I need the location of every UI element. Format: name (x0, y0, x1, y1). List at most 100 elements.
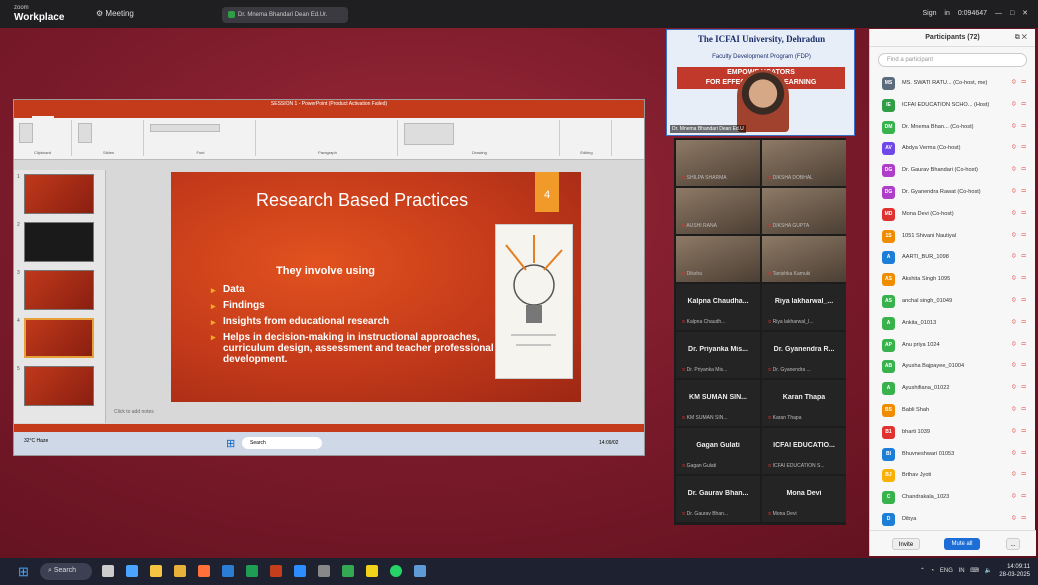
restore-icon[interactable]: □ (1010, 10, 1014, 17)
video-tile[interactable]: ICFAI EDUCATIO...ICFAI EDUCATION S... (762, 428, 846, 474)
muted-mic-icon[interactable]: ⦸ ▭ (1012, 362, 1028, 369)
slide-thumbnail-active[interactable] (24, 318, 94, 358)
muted-mic-icon[interactable]: ⦸ ▭ (1012, 406, 1028, 413)
participant-row[interactable]: A Ankita_01013 ⦸ ▭ (882, 313, 1032, 334)
participant-row[interactable]: BJ Brthav Jyoti ⦸ ▭ (882, 465, 1032, 486)
windows-start-icon[interactable]: ⊞ (226, 437, 235, 450)
video-tile[interactable]: Dr. Gyanendra R...Dr. Gyanendra ... (762, 332, 846, 378)
folder-icon[interactable] (174, 565, 186, 577)
participant-row[interactable]: A AARTI_BUR_1098 ⦸ ▭ (882, 247, 1032, 268)
sticky-notes-icon[interactable] (366, 565, 378, 577)
taskbar-search[interactable]: ⌕ Search (40, 563, 92, 580)
participant-row[interactable]: AP Anu priya 1024 ⦸ ▭ (882, 335, 1032, 356)
video-tile[interactable]: Dr. Priyanka Mis...Dr. Priyanka Mis... (676, 332, 760, 378)
muted-mic-icon[interactable]: ⦸ ▭ (1012, 210, 1028, 217)
weather-widget[interactable]: 32°C Haze (24, 438, 48, 444)
video-tile[interactable]: DIKSHA DOBHAL (762, 140, 846, 186)
muted-mic-icon[interactable]: ⦸ ▭ (1012, 166, 1028, 173)
active-speaker-video[interactable]: The ICFAI University, Dehradun Faculty D… (666, 29, 855, 136)
screen-share-tab[interactable]: Dr. Mnema Bhandari Dean Ed.Ur. (222, 7, 348, 23)
widgets-icon[interactable] (126, 565, 138, 577)
zoom-icon[interactable] (294, 565, 306, 577)
participant-row[interactable]: D Dibya ⦸ ▭ (882, 509, 1032, 530)
meeting-menu[interactable]: ⚙ Meeting (96, 9, 134, 18)
muted-mic-icon[interactable]: ⦸ ▭ (1012, 471, 1028, 478)
video-tile[interactable]: Tanishka Kamuki (762, 236, 846, 282)
video-tile[interactable]: Karan ThapaKaran Thapa (762, 380, 846, 426)
participant-row[interactable]: B1 bharti 1039 ⦸ ▭ (882, 422, 1032, 443)
video-tile[interactable]: SHILPA SHARMA (676, 140, 760, 186)
video-tile[interactable]: Riya lakharwal_...Riya lakharwal_I... (762, 284, 846, 330)
participant-row[interactable]: MD Mona Devi (Co-host) ⦸ ▭ (882, 204, 1032, 225)
participant-row[interactable]: DM Dr. Mnema Bhan... (Co-host) ⦸ ▭ (882, 117, 1032, 138)
taskbar-clock[interactable]: 14:09:11 28-03-2025 (999, 563, 1030, 579)
excel-icon[interactable] (246, 565, 258, 577)
video-tile[interactable]: Gagan GulatiGagan Gulati (676, 428, 760, 474)
participant-row[interactable]: BS Babli Shah ⦸ ▭ (882, 400, 1032, 421)
slide-notes-placeholder[interactable]: Click to add notes (114, 409, 154, 415)
font-select[interactable] (150, 124, 220, 132)
video-tile[interactable]: Mona DeviMona Devi (762, 476, 846, 522)
new-slide-button[interactable] (78, 123, 92, 143)
invite-button[interactable]: Invite (892, 538, 920, 550)
file-explorer-icon[interactable] (150, 565, 162, 577)
participant-row[interactable]: A Ayushifiana_01022 ⦸ ▭ (882, 378, 1032, 399)
participant-row[interactable]: AS anchal singh_01049 ⦸ ▭ (882, 291, 1032, 312)
muted-mic-icon[interactable]: ⦸ ▭ (1012, 275, 1028, 282)
video-tile[interactable]: AUSHI RANA (676, 188, 760, 234)
muted-mic-icon[interactable]: ⦸ ▭ (1012, 79, 1028, 86)
powerpoint-icon[interactable] (270, 565, 282, 577)
app-icon[interactable] (414, 565, 426, 577)
firefox-icon[interactable] (198, 565, 210, 577)
word-icon[interactable] (222, 565, 234, 577)
whatsapp-icon[interactable] (390, 565, 402, 577)
video-tile[interactable]: Dr. Gaurav Bhan...Dr. Gaurav Bhan... (676, 476, 760, 522)
windows-start-icon[interactable]: ⊞ (18, 564, 29, 580)
muted-mic-icon[interactable]: ⦸ ▭ (1012, 319, 1028, 326)
slide-thumbnail[interactable] (24, 174, 94, 214)
presenter-search-box[interactable]: Search (242, 437, 322, 449)
shapes-gallery[interactable] (404, 123, 454, 145)
muted-mic-icon[interactable]: ⦸ ▭ (1012, 101, 1028, 108)
mute-all-button[interactable]: Mute all (944, 538, 980, 550)
participant-row[interactable]: AS Akshita Singh 1095 ⦸ ▭ (882, 269, 1032, 290)
more-button[interactable]: ... (1006, 538, 1020, 550)
muted-mic-icon[interactable]: ⦸ ▭ (1012, 493, 1028, 500)
video-tile[interactable]: DIKSHA GUPTA (762, 188, 846, 234)
muted-mic-icon[interactable]: ⦸ ▭ (1012, 297, 1028, 304)
video-tile[interactable]: Diksha (676, 236, 760, 282)
close-icon[interactable]: ✕ (1022, 10, 1028, 17)
participant-row[interactable]: C Chandrakala_1023 ⦸ ▭ (882, 487, 1032, 508)
muted-mic-icon[interactable]: ⦸ ▭ (1012, 123, 1028, 130)
muted-mic-icon[interactable]: ⦸ ▭ (1012, 253, 1028, 260)
video-tile[interactable]: KM SUMAN SIN...KM SUMAN SIN... (676, 380, 760, 426)
muted-mic-icon[interactable]: ⦸ ▭ (1012, 144, 1028, 151)
muted-mic-icon[interactable]: ⦸ ▭ (1012, 341, 1028, 348)
minimize-icon[interactable]: — (995, 10, 1002, 17)
muted-mic-icon[interactable]: ⦸ ▭ (1012, 232, 1028, 239)
participant-row[interactable]: 1S 1051 Shivani Nautiyal ⦸ ▭ (882, 226, 1032, 247)
participant-search-input[interactable]: Find a participant (878, 53, 1027, 67)
system-tray[interactable]: ⌃ ◔ ENG IN ⌨ 🔈 (920, 567, 992, 574)
muted-mic-icon[interactable]: ⦸ ▭ (1012, 515, 1028, 522)
participant-row[interactable]: AV Abdya Verma (Co-host) ⦸ ▭ (882, 138, 1032, 159)
popout-icon[interactable]: ⧉ ✕ (1015, 29, 1027, 47)
notepad-icon[interactable] (318, 565, 330, 577)
signin-link[interactable]: Sign in (922, 10, 949, 17)
participant-row[interactable]: AB Ayusha Bajpayee_01004 ⦸ ▭ (882, 356, 1032, 377)
participant-row[interactable]: DG Dr. Gyanendra Rawat (Co-host) ⦸ ▭ (882, 182, 1032, 203)
muted-mic-icon[interactable]: ⦸ ▭ (1012, 428, 1028, 435)
task-view-icon[interactable] (102, 565, 114, 577)
participant-row[interactable]: BI Bhuvneshwari 01053 ⦸ ▭ (882, 444, 1032, 465)
chrome-icon[interactable] (342, 565, 354, 577)
slide-thumbnail[interactable] (24, 366, 94, 406)
participant-row[interactable]: MS MS. SWATI RATU... (Co-host, me) ⦸ ▭ (882, 73, 1032, 94)
muted-mic-icon[interactable]: ⦸ ▭ (1012, 384, 1028, 391)
muted-mic-icon[interactable]: ⦸ ▭ (1012, 188, 1028, 195)
participant-row[interactable]: IE ICFAI EDUCATION SCHO... (Host) ⦸ ▭ (882, 95, 1032, 116)
muted-mic-icon[interactable]: ⦸ ▭ (1012, 450, 1028, 457)
slide-thumbnail[interactable] (24, 270, 94, 310)
participant-row[interactable]: DG Dr. Gaurav Bhandari (Co-host) ⦸ ▭ (882, 160, 1032, 181)
video-tile[interactable]: Kalpna Chaudha...Kalpna Chaudh... (676, 284, 760, 330)
slide-thumbnail[interactable] (24, 222, 94, 262)
